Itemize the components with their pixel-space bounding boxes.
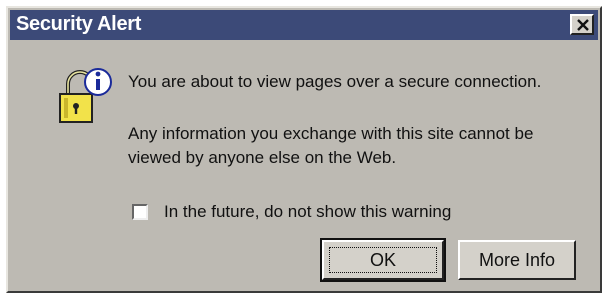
dont-show-warning-label[interactable]: In the future, do not show this warning	[164, 202, 451, 222]
title-bar[interactable]: Security Alert	[10, 10, 598, 40]
more-info-button[interactable]: More Info	[458, 240, 576, 280]
focus-rectangle	[329, 247, 437, 273]
dont-show-warning-option[interactable]: In the future, do not show this warning	[132, 202, 451, 222]
security-alert-dialog: Security Alert You are about to view pag…	[6, 6, 602, 293]
close-icon	[577, 19, 589, 31]
padlock-info-icon	[59, 68, 112, 123]
dont-show-warning-checkbox[interactable]	[132, 204, 148, 220]
close-button[interactable]	[570, 14, 594, 35]
window-title: Security Alert	[16, 13, 142, 35]
privacy-message: Any information you exchange with this s…	[128, 124, 534, 167]
secure-connection-message: You are about to view pages over a secur…	[128, 72, 542, 91]
ok-button[interactable]: OK	[320, 238, 446, 282]
more-info-button-label: More Info	[478, 249, 556, 270]
